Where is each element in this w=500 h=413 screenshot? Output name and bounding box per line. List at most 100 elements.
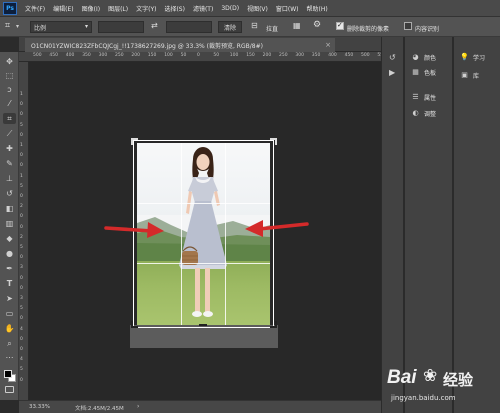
history-brush-tool-icon[interactable]: ↺ [3, 188, 16, 199]
menu-3d[interactable]: 3D(D) [221, 5, 239, 12]
hand-tool-icon[interactable]: ✋ [3, 323, 16, 334]
ratio-select[interactable]: 比例 ▾ [30, 21, 92, 33]
document-size[interactable]: 文档:2.45M/2.45M [75, 404, 124, 412]
panel-dock-middle: ◕ 颜色 ▦ 色板 ☰ 属性 ◐ 调整 [404, 37, 452, 413]
ruler-tick-label: 4 [20, 357, 23, 363]
properties-icon: ☰ [412, 93, 419, 101]
panel-swatches[interactable]: ▦ 色板 [411, 68, 436, 77]
marquee-tool-icon[interactable]: ⬚ [3, 70, 16, 81]
libraries-icon: ▣ [461, 71, 468, 79]
zoom-level[interactable]: 33.33% [29, 404, 50, 410]
menu-view[interactable]: 视图(V) [247, 4, 268, 13]
crop-handle-top-right[interactable] [270, 138, 277, 145]
panel-libraries-label: 库 [473, 73, 480, 80]
ruler-tick-label: 0 [20, 255, 23, 261]
document-tab[interactable]: O1CN01YZWIC823ZFbCQJCgj_!!1738627269.jpg… [25, 38, 335, 52]
ruler-tick-label: 1 [20, 92, 23, 97]
delete-cropped-label: 删除裁剪的像素 [347, 26, 390, 33]
more-tools-icon[interactable]: ⋯ [3, 352, 16, 363]
move-tool-icon[interactable]: ✥ [3, 56, 16, 67]
grid-overlay-icon[interactable]: ▦ [293, 21, 301, 30]
straighten-label[interactable]: 拉直 [266, 24, 278, 33]
ruler-tick-label: 150 [246, 53, 255, 58]
ruler-tick-label: 0 [20, 163, 23, 169]
ruler-tick-label: 0 [20, 153, 23, 159]
straighten-icon[interactable]: ⊟ [251, 21, 258, 30]
eraser-tool-icon[interactable]: ◧ [3, 203, 16, 214]
ruler-tick-label: 5 [20, 367, 23, 373]
pen-tool-icon[interactable]: ✒ [3, 263, 16, 274]
width-field[interactable] [98, 21, 144, 33]
clone-stamp-tool-icon[interactable]: ⊥ [3, 173, 16, 184]
ruler-tick-label: 450 [344, 53, 354, 58]
ruler-tick-label: 200 [131, 53, 140, 58]
ruler-tick-label: 300 [98, 53, 108, 58]
zoom-tool-icon[interactable]: ⌕ [3, 338, 16, 349]
crop-tool-icon[interactable]: ⌗ [3, 113, 16, 124]
play-icon[interactable]: ▶ [389, 68, 395, 77]
clear-button[interactable]: 清除 [218, 21, 242, 33]
ruler-tick-label: 4 [20, 326, 23, 332]
delete-cropped-checkbox[interactable] [336, 21, 344, 30]
swatches-icon: ▦ [412, 68, 419, 76]
menu-select[interactable]: 选择(S) [164, 4, 185, 13]
ruler-tick-label: 0 [20, 132, 23, 138]
chevron-down-icon[interactable]: ▾ [16, 23, 19, 30]
menu-window[interactable]: 窗口(W) [276, 4, 299, 13]
path-selection-tool-icon[interactable]: ➤ [3, 293, 16, 304]
lasso-tool-icon[interactable]: ↄ [3, 84, 16, 95]
blur-tool-icon[interactable]: ◆ [3, 233, 16, 244]
content-aware-checkbox[interactable] [404, 22, 412, 30]
panel-properties[interactable]: ☰ 属性 [411, 93, 436, 102]
ruler-tick-label: 250 [279, 53, 288, 58]
rectangle-tool-icon[interactable]: ▭ [3, 308, 16, 319]
crop-handle-bottom[interactable] [199, 324, 207, 326]
ruler-tick-label: 0 [20, 112, 23, 118]
crop-handle-bottom-right[interactable] [270, 321, 277, 328]
height-field[interactable] [166, 21, 212, 33]
magic-wand-tool-icon[interactable]: ⁄ [3, 98, 16, 109]
chevron-right-icon[interactable]: › [137, 403, 139, 410]
panel-libraries[interactable]: ▣ 库 [460, 71, 479, 80]
dodge-tool-icon[interactable]: ● [3, 248, 16, 259]
gear-icon[interactable]: ⚙ [313, 20, 321, 30]
healing-brush-tool-icon[interactable]: ✚ [3, 143, 16, 154]
panel-learn[interactable]: 💡 学习 [460, 53, 485, 62]
history-icon[interactable]: ↺ [389, 53, 396, 62]
crop-tool-icon[interactable]: ⌗ [5, 21, 10, 31]
menu-edit[interactable]: 编辑(E) [53, 4, 73, 13]
menu-help[interactable]: 帮助(H) [307, 4, 328, 13]
adjustments-icon: ◐ [412, 109, 419, 117]
ruler-tick-label: 5 [20, 122, 23, 128]
crop-handle-bottom-left[interactable] [131, 321, 138, 328]
panel-dock-right: 💡 学习 ▣ 库 [453, 37, 500, 413]
ruler-tick-label: 5 [20, 245, 23, 250]
gradient-tool-icon[interactable]: ▥ [3, 218, 16, 229]
quick-mask-icon[interactable] [5, 386, 14, 393]
menu-type[interactable]: 文字(Y) [136, 4, 156, 13]
foreground-color-swatch[interactable] [4, 370, 12, 378]
menu-filter[interactable]: 滤镜(T) [193, 4, 213, 13]
watermark-url: jingyan.baidu.com [391, 394, 456, 402]
panel-learn-label: 学习 [473, 55, 486, 62]
chevron-down-icon: ▾ [84, 23, 88, 30]
ruler-tick-label: 350 [82, 53, 91, 58]
clear-label: 清除 [223, 24, 236, 32]
swap-icon[interactable]: ⇄ [151, 21, 158, 30]
ruler-tick-label: 0 [20, 214, 23, 220]
panel-adjustments[interactable]: ◐ 调整 [411, 109, 436, 118]
photoshop-logo: Ps [3, 1, 17, 15]
annotation-arrow-right [104, 222, 164, 238]
menu-layer[interactable]: 图层(L) [108, 4, 128, 13]
ruler-tick-label: 0 [20, 194, 23, 199]
panel-color[interactable]: ◕ 颜色 [411, 53, 436, 62]
brush-tool-icon[interactable]: ✎ [3, 158, 16, 169]
menu-image[interactable]: 图像(I) [82, 4, 100, 13]
close-icon[interactable]: × [325, 41, 331, 49]
crop-handle-top-left[interactable] [131, 138, 138, 145]
document-tab-title: O1CN01YZWIC823ZFbCQJCgj_!!1738627269.jpg… [31, 42, 263, 50]
type-tool-icon[interactable]: T [3, 278, 16, 289]
menu-file[interactable]: 文件(F) [25, 4, 45, 13]
eyedropper-tool-icon[interactable]: ⟋ [3, 128, 16, 139]
status-bar: 33.33% 文档:2.45M/2.45M › [19, 400, 381, 413]
